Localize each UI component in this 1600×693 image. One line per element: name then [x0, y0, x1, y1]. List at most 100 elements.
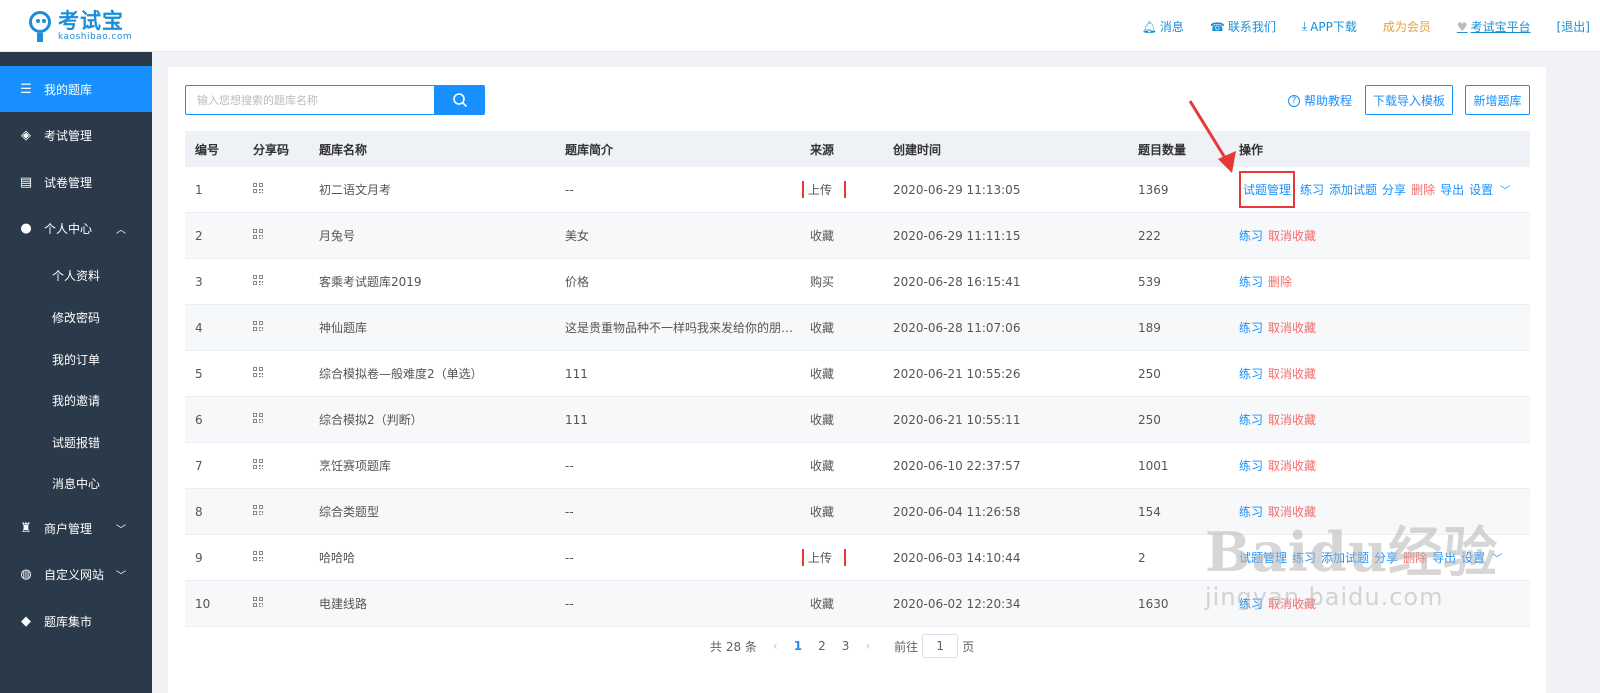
sidebar-item-merchant[interactable]: ♜ 商户管理 ﹀ [0, 505, 152, 551]
source-label: 收藏 [810, 229, 835, 243]
sidebar-item-papers[interactable]: ▤ 试卷管理 [0, 159, 152, 205]
action-4[interactable]: 删除 [1411, 181, 1435, 198]
table-row: 7 烹饪赛项题库 -- 收藏 2020-06-10 22:37:57 1001 练习 取消收藏 [185, 443, 1530, 489]
action-5[interactable]: 导出 [1432, 549, 1456, 566]
contact-link[interactable]: ☎ 联系我们 [1210, 18, 1276, 35]
help-link[interactable]: ? 帮助教程 [1288, 92, 1352, 109]
messages-link[interactable]: 🔔︎ 消息 [1142, 18, 1184, 35]
action-1[interactable]: 取消收藏 [1268, 227, 1316, 244]
page-3[interactable]: 3 [842, 639, 850, 653]
cell-share-code[interactable] [243, 228, 309, 243]
database-icon: ☰ [20, 81, 32, 97]
sidebar-item-my-banks[interactable]: ☰ 我的题库 [0, 66, 152, 112]
qrcode-icon [253, 412, 264, 424]
sidebar-item-label: 考试管理 [44, 128, 93, 143]
action-6[interactable]: 设置 [1469, 181, 1493, 198]
action-1[interactable]: 练习 [1292, 549, 1316, 566]
cell-name: 初二语文月考 [319, 183, 392, 197]
action-4[interactable]: 删除 [1403, 549, 1427, 566]
chevron-down-icon[interactable]: ﹀ [1492, 550, 1502, 565]
page-1[interactable]: 1 [794, 639, 802, 653]
cell-share-code[interactable] [243, 274, 309, 289]
action-0[interactable]: 试题管理 [1239, 549, 1287, 566]
action-0[interactable]: 练习 [1239, 503, 1263, 520]
action-0[interactable]: 练习 [1239, 319, 1263, 336]
cell-description: -- [565, 504, 574, 519]
cell-count: 1630 [1138, 596, 1169, 611]
sidebar-sub-profile[interactable]: 个人资料 [0, 254, 152, 296]
chevron-down-icon[interactable]: ﹀ [1500, 182, 1510, 197]
action-2[interactable]: 添加试题 [1329, 181, 1377, 198]
action-0[interactable]: 练习 [1239, 273, 1263, 290]
chevron-right-icon[interactable]: › [865, 639, 870, 653]
action-1[interactable]: 取消收藏 [1268, 411, 1316, 428]
sidebar-item-exams[interactable]: ◈ 考试管理 [0, 112, 152, 158]
cell-source: 上传 [800, 181, 883, 198]
sidebar-sub-error-reports[interactable]: 试题报错 [0, 421, 152, 463]
sidebar-item-market[interactable]: ◆ 题库集市 [0, 598, 152, 644]
action-1[interactable]: 取消收藏 [1268, 457, 1316, 474]
cell-share-code[interactable] [243, 320, 309, 335]
action-1[interactable]: 取消收藏 [1268, 365, 1316, 382]
layers-icon: ◈ [21, 127, 31, 143]
new-bank-button[interactable]: 新增题库 [1465, 85, 1530, 115]
cell-share-code[interactable] [243, 596, 309, 611]
cell-count: 1001 [1138, 458, 1169, 473]
action-5[interactable]: 导出 [1440, 181, 1464, 198]
cell-created-time: 2020-06-02 12:20:34 [893, 596, 1021, 611]
sidebar-sub-invites[interactable]: 我的邀请 [0, 379, 152, 421]
cell-id: 8 [195, 504, 203, 519]
sidebar-item-custom-site[interactable]: ◍ 自定义网站 ﹀ [0, 551, 152, 597]
action-1[interactable]: 删除 [1268, 273, 1292, 290]
sidebar: ☰ 我的题库 ◈ 考试管理 ▤ 试卷管理 ● 个人中心 ︿ 个人资料 修改密码 … [0, 52, 152, 693]
action-1[interactable]: 练习 [1300, 181, 1324, 198]
source-label: 收藏 [810, 321, 835, 335]
search-input[interactable] [185, 85, 435, 115]
sidebar-sub-password[interactable]: 修改密码 [0, 296, 152, 338]
action-1[interactable]: 取消收藏 [1268, 503, 1316, 520]
cell-actions: 练习 取消收藏 [1229, 365, 1530, 382]
action-0[interactable]: 练习 [1239, 595, 1263, 612]
cell-share-code[interactable] [243, 182, 309, 197]
pagination-total: 共 28 条 [710, 639, 757, 654]
cell-share-code[interactable] [243, 504, 309, 519]
annotation-arrow [1188, 100, 1236, 173]
action-6[interactable]: 设置 [1461, 549, 1485, 566]
search-button[interactable] [434, 85, 485, 115]
download-template-button[interactable]: 下载导入模板 [1365, 85, 1453, 115]
action-3[interactable]: 分享 [1382, 181, 1406, 198]
cell-source: 购买 [800, 273, 883, 290]
cell-description: -- [565, 550, 574, 565]
sidebar-item-label: 自定义网站 [44, 567, 105, 582]
goto-page-input[interactable] [922, 634, 959, 658]
cell-share-code[interactable] [243, 412, 309, 427]
page-2[interactable]: 2 [818, 639, 826, 653]
sidebar-sub-message-center[interactable]: 消息中心 [0, 462, 152, 504]
qrcode-icon [253, 320, 264, 332]
globe-icon: ◍ [20, 566, 32, 582]
cell-share-code[interactable] [243, 366, 309, 381]
logout-link[interactable]: [退出] [1557, 18, 1590, 35]
action-2[interactable]: 添加试题 [1321, 549, 1369, 566]
site-logo[interactable]: 考试宝 kaoshibao.com [26, 10, 132, 42]
chevron-left-icon[interactable]: ‹ [773, 639, 778, 653]
cell-id: 10 [195, 596, 211, 611]
platform-link[interactable]: ♥ 考试宝平台 [1457, 18, 1531, 35]
action-1[interactable]: 取消收藏 [1268, 595, 1316, 612]
cube-icon: ◆ [21, 613, 31, 629]
action-3[interactable]: 分享 [1374, 549, 1398, 566]
action-0[interactable]: 练习 [1239, 457, 1263, 474]
cell-share-code[interactable] [243, 458, 309, 473]
action-1[interactable]: 取消收藏 [1268, 319, 1316, 336]
cell-share-code[interactable] [243, 550, 309, 565]
app-download-link[interactable]: ⤓ APP下载 [1302, 18, 1357, 35]
action-0[interactable]: 练习 [1239, 365, 1263, 382]
action-0[interactable]: 练习 [1239, 411, 1263, 428]
source-label: 上传 [802, 181, 847, 198]
become-member-link[interactable]: 成为会员 [1383, 18, 1431, 35]
sidebar-sub-orders[interactable]: 我的订单 [0, 338, 152, 380]
sidebar-item-personal-center[interactable]: ● 个人中心 ︿ [0, 205, 152, 251]
logo-icon [26, 11, 54, 42]
cell-actions: 试题管理 练习 添加试题 分享 删除 导出 设置 ﹀ [1229, 549, 1530, 566]
action-0[interactable]: 练习 [1239, 227, 1263, 244]
